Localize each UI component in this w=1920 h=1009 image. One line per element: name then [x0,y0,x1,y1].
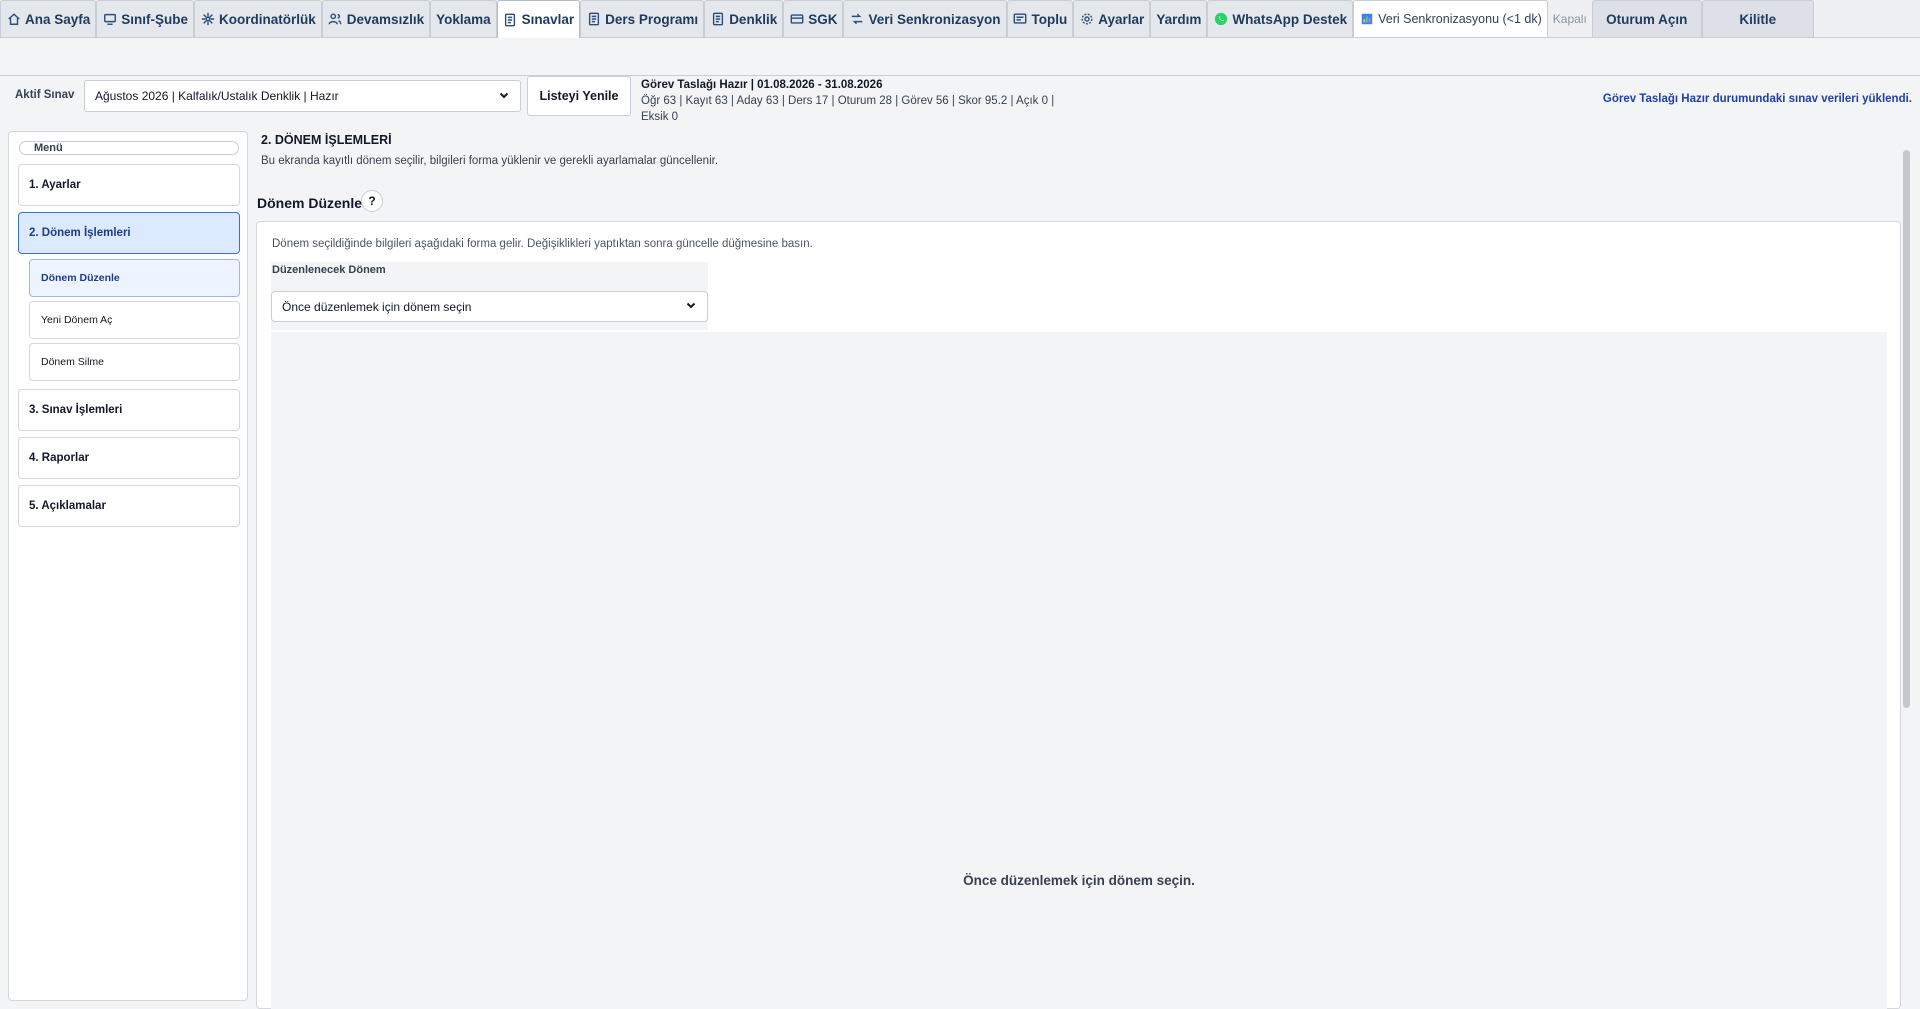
tab-label: Veri Senkronizasyon [868,11,1001,27]
sidebar-item-raporlar[interactable]: 4. Raporlar [18,437,240,479]
sidebar-subitem-yeni-donem-ac[interactable]: Yeni Dönem Aç [29,301,240,339]
tab-label: Oturum Açın [1606,11,1688,27]
exam-info-title: Görev Taslağı Hazır | 01.08.2026 - 31.08… [641,79,883,91]
sidebar-subitem-donem-silme[interactable]: Dönem Silme [29,343,240,381]
exam-info-stats-2: Eksik 0 [641,111,679,123]
tab-label: SGK [808,11,838,27]
tab-label: Kilitle [1739,11,1777,27]
tab-label: Ana Sayfa [25,11,91,27]
tab-ayarlar[interactable]: Ayarlar [1073,0,1151,37]
sidebar-subitem-donem-duzenle[interactable]: Dönem Düzenle [29,259,240,297]
tab-sinif-sube[interactable]: Sınıf-Şube [96,0,195,37]
page-title: Dönem Düzenle [257,195,363,211]
chevron-down-icon [498,89,510,104]
tab-koordinatorluk[interactable]: Koordinatörlük [194,0,322,37]
tab-ana-sayfa[interactable]: Ana Sayfa [0,0,97,37]
tab-bar: Ana Sayfa Sınıf-Şube Koordinatörlük Deva… [0,0,1920,38]
card-icon [789,12,804,27]
help-button[interactable]: ? [361,190,383,212]
status-notice: Görev Taslağı Hazır durumundaki sınav ve… [1602,93,1912,105]
lock-button[interactable]: Kilitle [1701,0,1814,37]
term-select[interactable]: Önce düzenlemek için dönem seçin [271,291,708,322]
tab-veri-senkronizasyonu-status[interactable]: Veri Senkronizasyonu (<1 dk) [1353,0,1548,37]
sync-icon [849,12,864,27]
document-icon [710,12,725,27]
tab-label: Denklik [729,11,778,27]
tab-label: Devamsızlık [346,11,425,27]
chevron-down-icon [685,299,697,314]
tab-label: Toplu [1031,11,1068,27]
active-exam-select[interactable]: Ağustos 2026 | Kalfalık/Ustalık Denklik … [84,80,521,112]
tab-whatsapp-destek[interactable]: WhatsApp Destek [1207,0,1354,37]
term-select-value: Önce düzenlemek için dönem seçin [282,299,472,314]
tab-label: Yardım [1156,11,1202,27]
tab-label: Koordinatörlük [219,11,316,27]
edit-term-panel: Dönem seçildiğinde bilgileri aşağıdaki f… [256,221,1901,1009]
active-exam-label: Aktif Sınav [15,89,75,101]
sidebar-item-donem-islemleri[interactable]: 2. Dönem İşlemleri [18,212,240,254]
section-description: Bu ekranda kayıtlı dönem seçilir, bilgil… [261,155,719,167]
network-icon [200,12,215,27]
form-placeholder-area: Önce düzenlemek için dönem seçin. [271,332,1887,1009]
toolbar-strip [0,38,1920,76]
tab-veri-senkronizasyon[interactable]: Veri Senkronizasyon [843,0,1007,37]
tab-yoklama[interactable]: Yoklama [430,0,497,37]
tab-label: Sınavlar [521,12,575,27]
sidebar-item-aciklamalar[interactable]: 5. Açıklamalar [18,485,240,527]
tab-sgk[interactable]: SGK [783,0,844,37]
message-icon [1013,12,1028,27]
gear-icon [1079,12,1094,27]
tab-sinavlar[interactable]: Sınavlar [496,0,581,38]
refresh-list-button[interactable]: Listeyi Yenile [527,76,631,116]
chart-icon [1359,12,1374,27]
status-kapali: Kapalı [1547,0,1592,37]
section-title: 2. DÖNEM İŞLEMLERİ [261,133,392,147]
classroom-icon [102,12,117,27]
panel-hint: Dönem seçildiğinde bilgileri aşağıdaki f… [272,238,813,250]
tab-ders-programi[interactable]: Ders Programı [580,0,705,37]
sidebar-item-sinav-islemleri[interactable]: 3. Sınav İşlemleri [18,389,240,431]
login-button[interactable]: Oturum Açın [1591,0,1702,37]
tab-label: Ayarlar [1098,11,1145,27]
exam-info: Görev Taslağı Hazır | 01.08.2026 - 31.08… [641,77,1081,125]
document-icon [503,12,518,27]
active-exam-value: Ağustos 2026 | Kalfalık/Ustalık Denklik … [95,89,339,103]
tab-label: Veri Senkronizasyonu (<1 dk) [1378,12,1542,26]
tab-label: Yoklama [436,11,491,27]
scrollbar-thumb[interactable] [1903,150,1910,708]
whatsapp-icon [1213,12,1228,27]
home-icon [6,12,21,27]
users-icon [328,12,343,27]
exam-controls: Aktif Sınav Ağustos 2026 | Kalfalık/Usta… [0,76,1920,128]
tab-denklik[interactable]: Denklik [704,0,784,37]
menu-legend: Menü [19,141,239,155]
term-field-label: Düzenlenecek Dönem [272,264,386,276]
sidebar-item-ayarlar[interactable]: 1. Ayarlar [18,164,240,206]
vertical-scrollbar[interactable] [1901,150,1911,1005]
tab-yardim[interactable]: Yardım [1150,0,1208,37]
tab-label: WhatsApp Destek [1232,11,1348,27]
sidebar-menu: Menü 1. Ayarlar 2. Dönem İşlemleri Dönem… [8,131,248,1001]
tab-toplu[interactable]: Toplu [1006,0,1074,37]
tab-label: Ders Programı [605,11,699,27]
document-icon [586,12,601,27]
tab-label: Kapalı [1552,11,1587,26]
tab-devamsizlik[interactable]: Devamsızlık [321,0,431,37]
tab-label: Sınıf-Şube [121,11,189,27]
exam-info-stats: Öğr 63 | Kayıt 63 | Aday 63 | Ders 17 | … [641,95,1055,107]
empty-state-message: Önce düzenlemek için dönem seçin. [963,873,1195,888]
